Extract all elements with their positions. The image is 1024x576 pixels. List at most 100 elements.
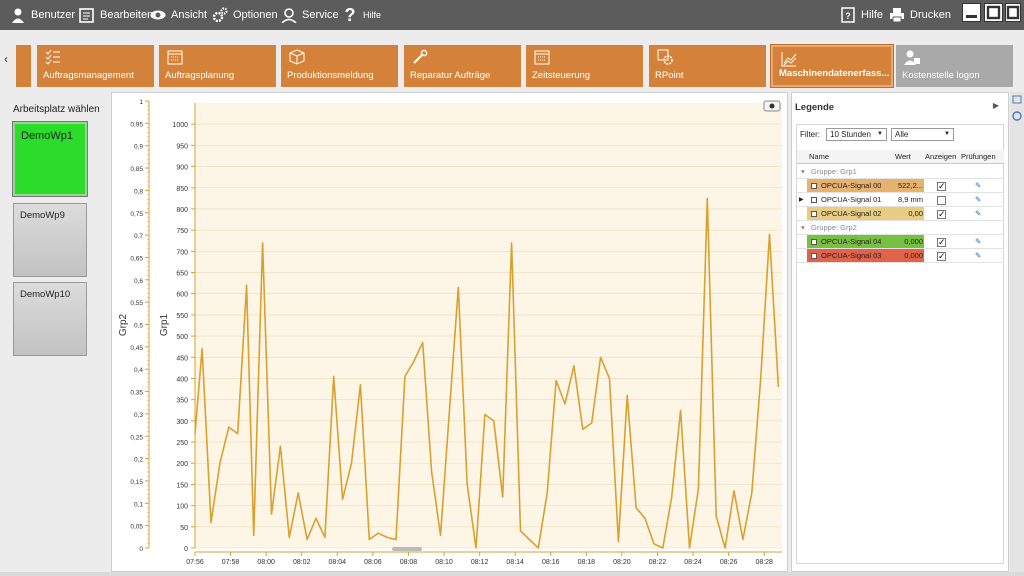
grp1-tick-label: 200 xyxy=(176,461,188,468)
edit-checks-icon[interactable]: ✎ xyxy=(975,193,981,207)
optionen-menu[interactable]: Optionen xyxy=(212,0,278,30)
legend-group-row[interactable]: ▾ Gruppe: Grp2 xyxy=(797,221,1004,235)
ansicht-menu[interactable]: Ansicht xyxy=(150,0,207,30)
column-header[interactable]: Prüfungen xyxy=(961,150,996,164)
reset-zoom-icon xyxy=(769,103,775,109)
service-menu[interactable]: Service xyxy=(281,0,339,30)
x-tick-label: 08:22 xyxy=(649,559,667,566)
tab-auftragsmanagement[interactable]: Auftragsmanagement xyxy=(37,45,154,87)
show-signal-checkbox[interactable]: ✓ xyxy=(937,210,946,219)
edit-checks-icon[interactable]: ✎ xyxy=(975,179,981,193)
tab-label: Kostenstelle logon xyxy=(902,70,980,81)
show-signal-checkbox[interactable]: ✓ xyxy=(937,182,946,191)
calendar-icon xyxy=(534,50,550,65)
chevron-down-icon: ▼ xyxy=(877,131,883,137)
grp2-tick-label: 0,9 xyxy=(134,144,143,151)
benutzer-label: Benutzer xyxy=(31,9,76,21)
machine-data-chart[interactable]: 0 50 100 150 200 250 300 350 400 450 500 550 600 650 7… xyxy=(111,92,788,572)
workstation-label: DemoWp1 xyxy=(21,130,73,142)
column-header[interactable]: Name xyxy=(809,150,829,164)
repair-icon xyxy=(413,49,428,64)
grp2-tick-label: 0,3 xyxy=(134,412,143,419)
chevron-down-icon[interactable]: ▾ xyxy=(801,165,805,179)
legend-group-row[interactable]: ▾ Gruppe: Grp1 xyxy=(797,165,1004,179)
x-tick-label: 07:58 xyxy=(222,559,240,566)
legend-signal-row[interactable]: OPCUA-Signal 00 522,2... ✓ ✎ xyxy=(797,179,1004,193)
legend-title: Legende xyxy=(795,102,835,113)
close-icon xyxy=(1006,5,1020,20)
legend-collapse-icon[interactable]: ▶ xyxy=(993,101,999,110)
edit-checks-icon[interactable]: ✎ xyxy=(975,207,981,221)
legend-signal-row[interactable]: ▶ OPCUA-Signal 01 8,9 mm ✎ xyxy=(797,193,1004,207)
x-tick-label: 08:24 xyxy=(684,559,702,566)
grp2-tick-label: 0,5 xyxy=(134,323,143,330)
edit-checks-icon[interactable]: ✎ xyxy=(975,249,981,263)
status-bar xyxy=(0,572,1024,576)
hilfe-button[interactable]: ? Hilfe xyxy=(840,0,883,30)
show-signal-checkbox[interactable] xyxy=(937,196,946,205)
grp2-tick-label: 0,35 xyxy=(130,390,143,397)
signal-value: 522,2... xyxy=(897,181,923,190)
signal-swatch xyxy=(811,197,817,203)
legend-signal-row[interactable]: OPCUA-Signal 03 0,000 ✓ ✎ xyxy=(797,249,1004,263)
edit-checks-icon[interactable]: ✎ xyxy=(975,235,981,249)
show-signal-checkbox[interactable]: ✓ xyxy=(937,252,946,261)
signal-name: OPCUA-Signal 01 xyxy=(821,195,882,204)
bearbeiten-label: Bearbeiten xyxy=(100,9,154,21)
side-tool-strip xyxy=(1010,92,1024,572)
grp2-tick-label: 0,7 xyxy=(134,233,143,240)
grp1-tick-label: 50 xyxy=(180,525,188,532)
x-tick-label: 07:56 xyxy=(186,559,204,566)
grp1-axis-title: Grp1 xyxy=(159,313,170,336)
workstation-label: DemoWp10 xyxy=(20,289,71,300)
hilfe-menu[interactable]: ? Hilfe xyxy=(342,0,382,30)
legend-signal-row[interactable]: OPCUA-Signal 04 0,000 ✓ ✎ xyxy=(797,235,1004,249)
filter-time-select[interactable]: 10 Stunden ▼ xyxy=(826,128,887,141)
signal-value: 8,9 mm xyxy=(897,195,923,204)
column-header[interactable]: Wert xyxy=(895,150,911,164)
maximize-button[interactable] xyxy=(984,3,1003,22)
column-header[interactable]: Anzeigen xyxy=(925,150,956,164)
show-signal-checkbox[interactable]: ✓ xyxy=(937,238,946,247)
benutzer-menu[interactable]: Benutzer xyxy=(10,0,75,30)
tab-partial[interactable] xyxy=(16,45,31,87)
minimize-button[interactable] xyxy=(962,3,981,22)
x-tick-label: 08:06 xyxy=(364,559,382,566)
grp2-tick-label: 0,4 xyxy=(134,367,143,374)
tab-rpoint[interactable]: RPoint xyxy=(649,45,766,87)
grp1-tick-label: 250 xyxy=(176,440,188,447)
bearbeiten-menu[interactable]: Bearbeiten xyxy=(79,0,153,30)
tab-auftragsplanung[interactable]: Auftragsplanung xyxy=(159,45,276,87)
grp1-tick-label: 350 xyxy=(176,398,188,405)
tab-maschinendatenerfassung[interactable]: Maschinendatenerfass... xyxy=(770,44,894,88)
tabs-scroll-left-icon[interactable]: ‹ xyxy=(4,52,8,66)
grp1-tick-label: 150 xyxy=(176,482,188,489)
grp1-tick-label: 900 xyxy=(176,165,188,172)
x-tick-label: 08:16 xyxy=(542,559,560,566)
legend-signal-row[interactable]: OPCUA-Signal 02 0,00 ✓ ✎ xyxy=(797,207,1004,221)
workstation-demowp1[interactable]: DemoWp1 xyxy=(13,122,87,196)
eye-icon xyxy=(150,7,166,23)
workstation-demowp9[interactable]: DemoWp9 xyxy=(13,203,87,277)
row-selector-icon: ▶ xyxy=(799,197,804,203)
tab-reparatur-auftraege[interactable]: Reparatur Aufträge xyxy=(404,45,521,87)
filter-group-select[interactable]: Alle ▼ xyxy=(891,128,954,141)
tab-label: RPoint xyxy=(655,70,684,81)
workstation-demowp10[interactable]: DemoWp10 xyxy=(13,282,87,356)
grp2-tick-label: 0,55 xyxy=(130,300,143,307)
grp2-tick-label: 0,8 xyxy=(134,188,143,195)
grp2-tick-label: 0,2 xyxy=(134,457,143,464)
tab-zeitsteuerung[interactable]: Zeitsteuerung xyxy=(526,45,643,87)
close-button[interactable] xyxy=(1005,3,1021,22)
drucken-button[interactable]: Drucken xyxy=(889,0,951,30)
tab-kostenstelle-logon[interactable]: Kostenstelle logon xyxy=(896,45,1013,87)
side-tools-icon[interactable] xyxy=(1010,92,1024,132)
legend-group-label: Gruppe: Grp1 xyxy=(811,167,857,176)
x-tick-label: 08:26 xyxy=(720,559,738,566)
chevron-down-icon[interactable]: ▾ xyxy=(801,221,805,235)
tab-produktionsmeldung[interactable]: Produktionsmeldung xyxy=(281,45,398,87)
x-tick-label: 08:02 xyxy=(293,559,311,566)
service-label: Service xyxy=(302,9,339,21)
grp2-tick-label: 0,95 xyxy=(130,121,143,128)
calendar-icon xyxy=(167,50,183,65)
